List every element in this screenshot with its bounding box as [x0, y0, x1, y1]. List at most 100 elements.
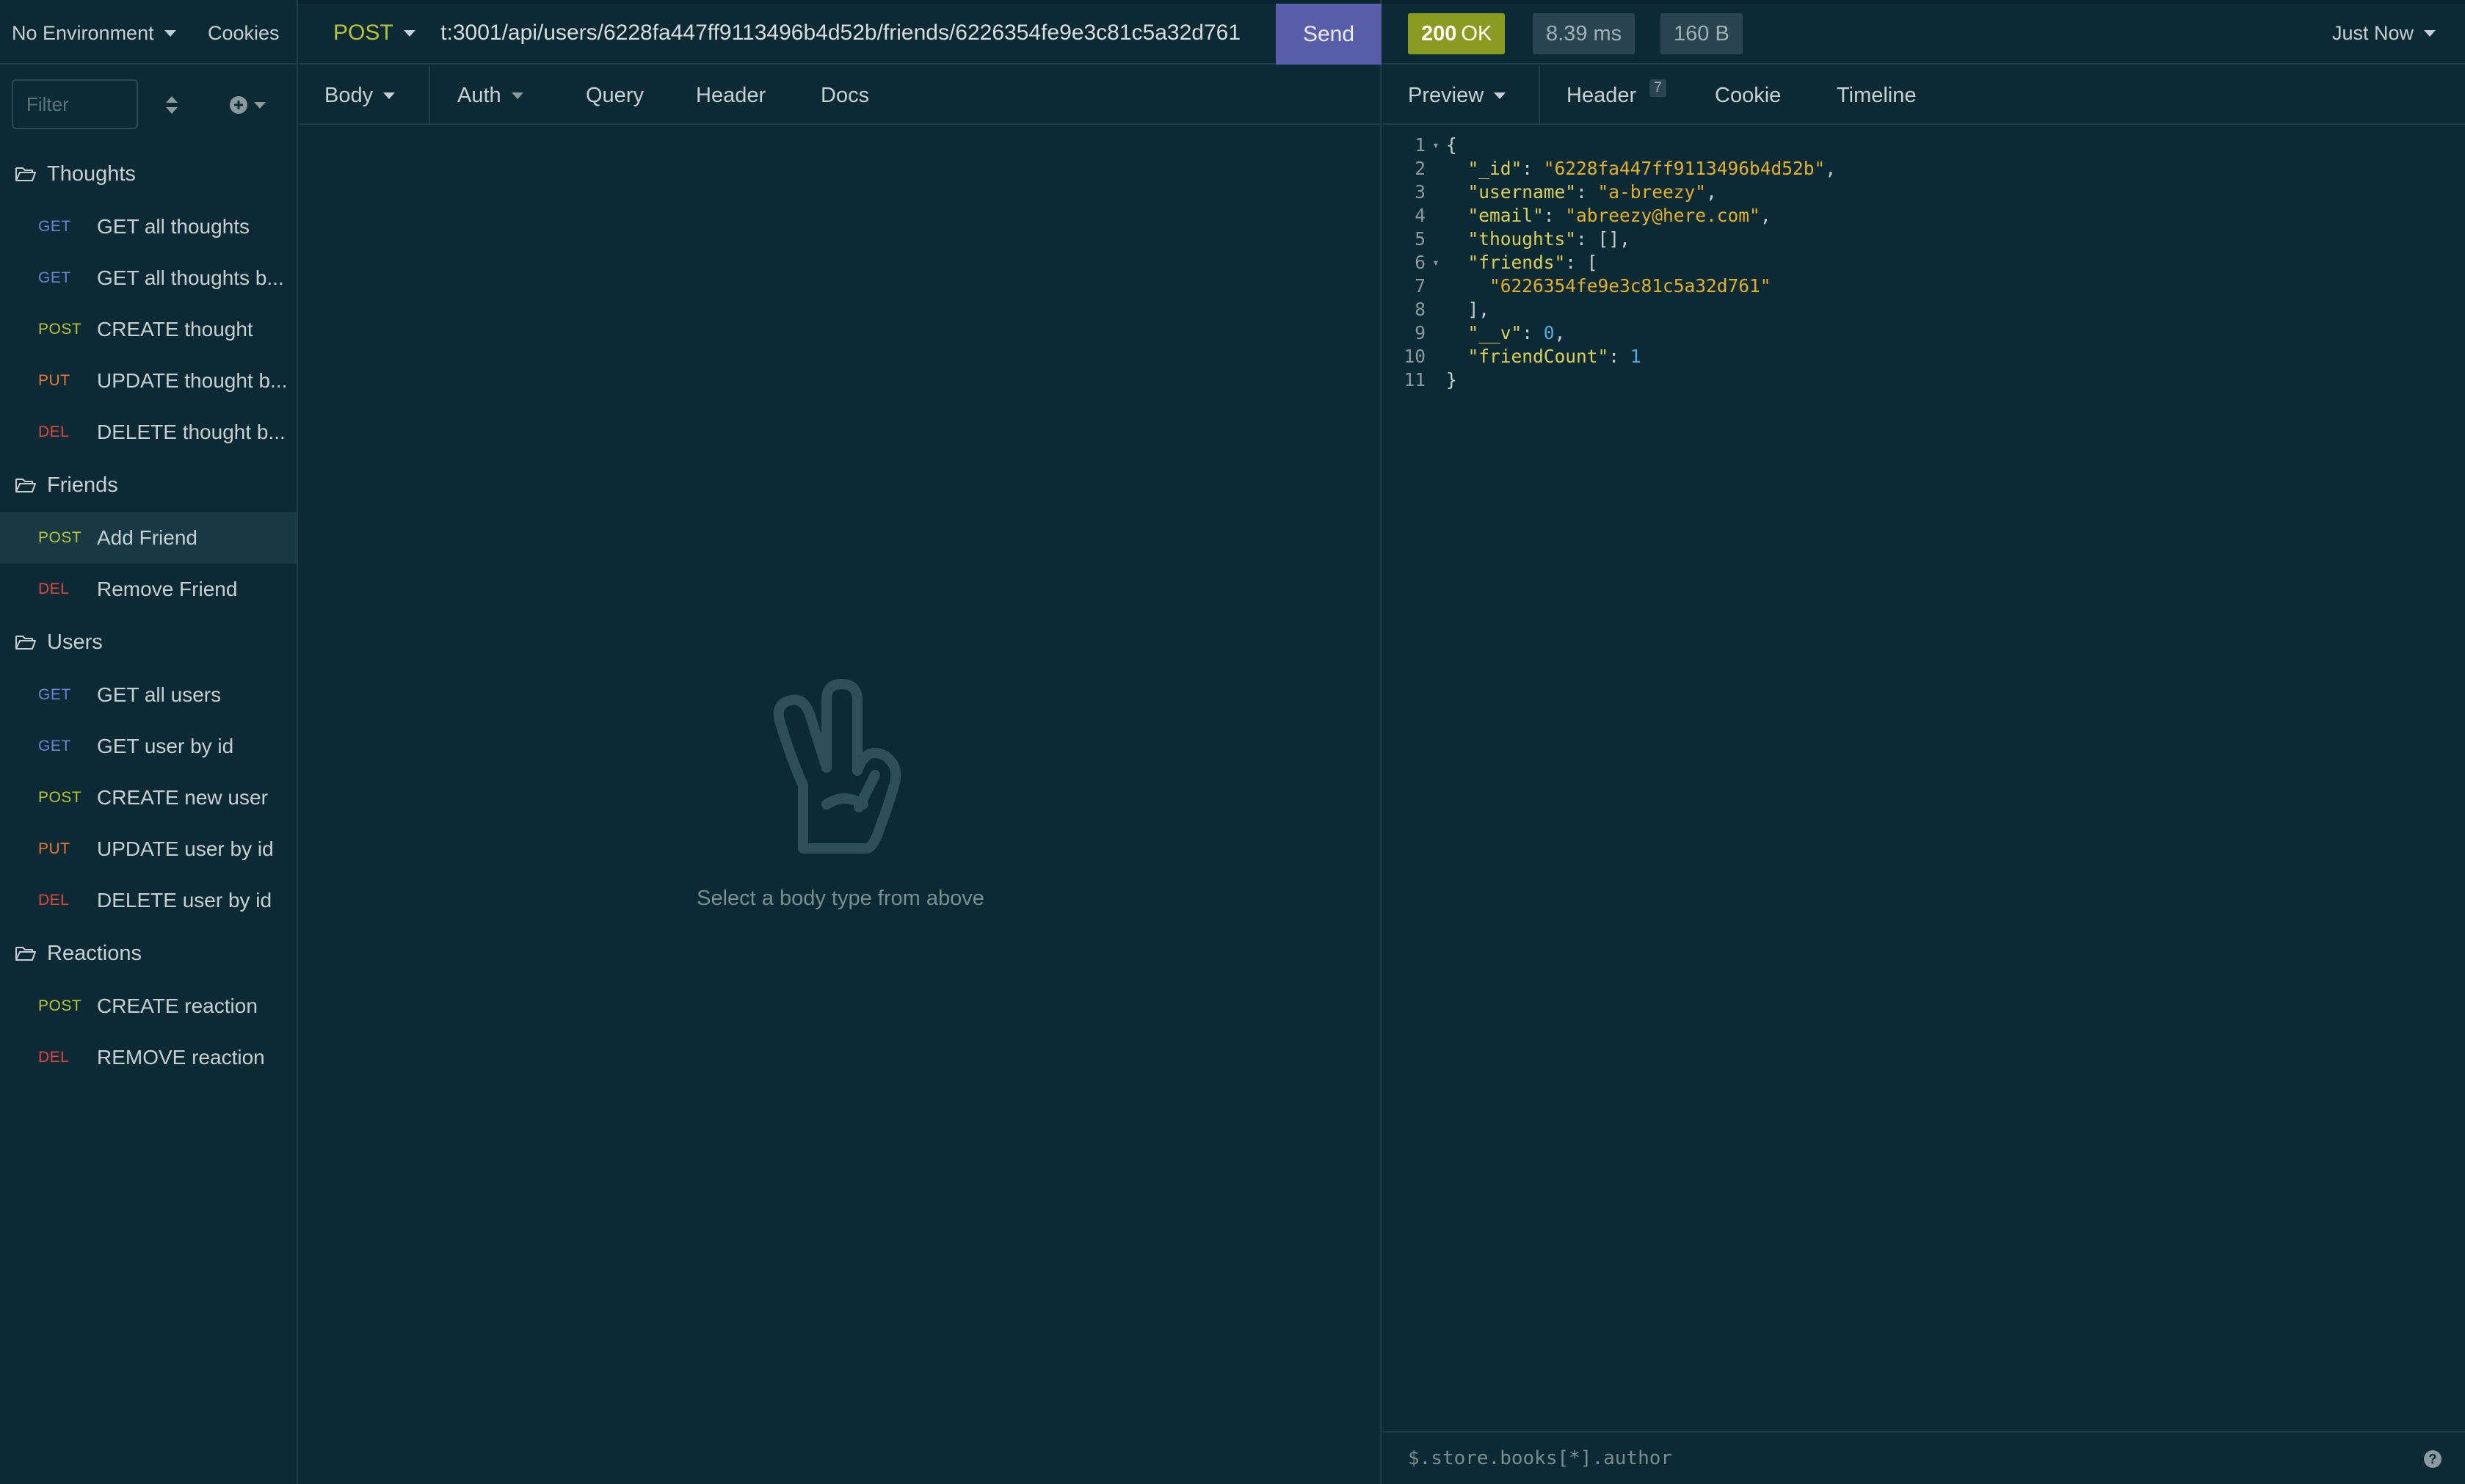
code-line: 6 ▾ "friends": [ — [1383, 251, 2465, 274]
fold-gutter — [1426, 274, 1446, 298]
response-time-badge: 8.39 ms — [1533, 13, 1636, 54]
method-badge: POST — [38, 789, 82, 806]
line-number: 8 — [1415, 299, 1426, 320]
method-badge: PUT — [38, 372, 70, 389]
method-badge: POST — [38, 321, 82, 338]
line-number: 4 — [1415, 205, 1426, 226]
folder-icon — [15, 947, 36, 961]
filter-row — [0, 65, 297, 141]
fold-gutter — [1426, 368, 1446, 392]
request-item[interactable]: DEL REMOVE reaction — [0, 1032, 297, 1083]
tab-response-header-label: Header — [1567, 83, 1637, 107]
code-text: { — [1446, 134, 1457, 156]
request-item[interactable]: GET GET all users — [0, 669, 297, 721]
request-tree: Thoughts GET GET all thoughts GET GET all th… — [0, 147, 297, 1083]
send-button[interactable]: Send — [1276, 4, 1382, 65]
tab-query[interactable]: Query — [586, 66, 644, 125]
request-item[interactable]: PUT UPDATE user by id — [0, 823, 297, 875]
empty-body-state: Select a body type from above — [299, 675, 1382, 911]
method-badge: PUT — [38, 840, 70, 857]
add-request-button[interactable] — [229, 94, 270, 116]
header-count-badge: 7 — [1649, 79, 1666, 97]
folder-label: Thoughts — [47, 161, 136, 186]
request-label: UPDATE user by id — [97, 837, 274, 860]
tab-auth[interactable]: Auth — [457, 66, 523, 125]
code-line: 11} — [1383, 368, 2465, 392]
code-line: 1 ▾{ — [1383, 134, 2465, 157]
request-label: DELETE thought b... — [97, 421, 286, 443]
request-item[interactable]: GET GET all thoughts b... — [0, 252, 297, 304]
request-label: GET all thoughts — [97, 215, 250, 238]
folder-reactions[interactable]: Reactions — [0, 926, 297, 981]
response-body-viewer[interactable]: 1 ▾{2 "_id": "6228fa447ff9113496b4d52b", 3… — [1383, 134, 2465, 392]
chevron-down-icon — [254, 101, 266, 109]
fold-gutter — [1426, 298, 1446, 321]
cookies-button[interactable]: Cookies — [208, 22, 280, 45]
request-item[interactable]: GET GET all thoughts — [0, 201, 297, 252]
method-select[interactable]: POST — [333, 21, 415, 46]
request-item[interactable]: PUT UPDATE thought b... — [0, 355, 297, 407]
code-line: 7 "6226354fe9e3c81c5a32d761" — [1383, 274, 2465, 298]
folder-label: Reactions — [47, 941, 142, 965]
help-icon[interactable]: ? — [2424, 1450, 2442, 1468]
request-item[interactable]: POST CREATE reaction — [0, 981, 297, 1032]
url-input[interactable]: t:3001/api/users/6228fa447ff9113496b4d52… — [433, 10, 1255, 56]
line-number: 10 — [1404, 346, 1426, 367]
environment-select[interactable]: No Environment — [12, 22, 176, 45]
request-item[interactable]: DEL DELETE user by id — [0, 875, 297, 926]
tab-timeline[interactable]: Timeline — [1837, 66, 1917, 125]
tab-docs[interactable]: Docs — [821, 66, 869, 125]
chevron-down-icon — [403, 29, 415, 37]
line-number: 11 — [1404, 369, 1426, 390]
tab-body-label: Body — [324, 83, 374, 107]
sort-icon[interactable] — [161, 94, 182, 116]
folder-icon — [15, 479, 36, 492]
tab-divider — [1539, 66, 1540, 125]
method-label: POST — [333, 21, 393, 45]
status-text: OK — [1461, 21, 1492, 46]
fold-gutter — [1426, 157, 1446, 181]
code-text: "friends": [ — [1467, 252, 1598, 273]
request-label: CREATE thought — [97, 318, 253, 341]
code-text: "_id": "6228fa447ff9113496b4d52b", — [1467, 158, 1837, 179]
folder-users[interactable]: Users — [0, 615, 297, 669]
filter-input[interactable] — [12, 79, 138, 129]
line-number: 3 — [1415, 181, 1426, 203]
code-line: 5 "thoughts": [], — [1383, 228, 2465, 251]
request-label: Remove Friend — [97, 578, 238, 600]
request-label: UPDATE thought b... — [97, 369, 288, 392]
code-line: 3 "username": "a-breezy", — [1383, 181, 2465, 204]
method-badge: DEL — [38, 423, 70, 440]
method-badge: DEL — [38, 581, 70, 597]
status-badge: 200 OK — [1408, 13, 1506, 54]
fold-gutter — [1426, 345, 1446, 368]
code-line: 2 "_id": "6228fa447ff9113496b4d52b", — [1383, 157, 2465, 181]
peace-hand-icon — [773, 679, 901, 854]
tab-body[interactable]: Body — [324, 66, 396, 125]
folder-icon — [15, 636, 36, 650]
code-text: "email": "abreezy@here.com", — [1467, 205, 1771, 226]
folder-friends[interactable]: Friends — [0, 458, 297, 512]
tab-preview-label: Preview — [1408, 83, 1484, 107]
folder-thoughts[interactable]: Thoughts — [0, 147, 297, 201]
request-item[interactable]: POST CREATE new user — [0, 772, 297, 823]
fold-toggle-icon[interactable]: ▾ — [1426, 251, 1446, 274]
history-select[interactable]: Just Now — [2332, 22, 2436, 45]
fold-gutter — [1426, 228, 1446, 251]
request-item[interactable]: POST CREATE thought — [0, 304, 297, 355]
response-tabs: Preview Header 7 Cookie Timeline — [1383, 66, 2465, 125]
request-item[interactable]: POST Add Friend — [0, 512, 297, 564]
response-filter-bar: ? — [1383, 1431, 2465, 1484]
tab-response-header[interactable]: Header 7 — [1567, 66, 1666, 125]
request-item[interactable]: DEL Remove Friend — [0, 564, 297, 615]
folder-icon — [15, 167, 36, 181]
method-badge: DEL — [38, 1049, 70, 1066]
request-item[interactable]: DEL DELETE thought b... — [0, 407, 297, 458]
tab-preview[interactable]: Preview — [1408, 66, 1506, 125]
response-filter-input[interactable] — [1408, 1447, 2362, 1469]
tab-header[interactable]: Header — [696, 66, 766, 125]
response-size-badge: 160 B — [1660, 13, 1743, 54]
fold-toggle-icon[interactable]: ▾ — [1426, 134, 1446, 157]
request-item[interactable]: GET GET user by id — [0, 721, 297, 772]
tab-cookie[interactable]: Cookie — [1715, 66, 1781, 125]
